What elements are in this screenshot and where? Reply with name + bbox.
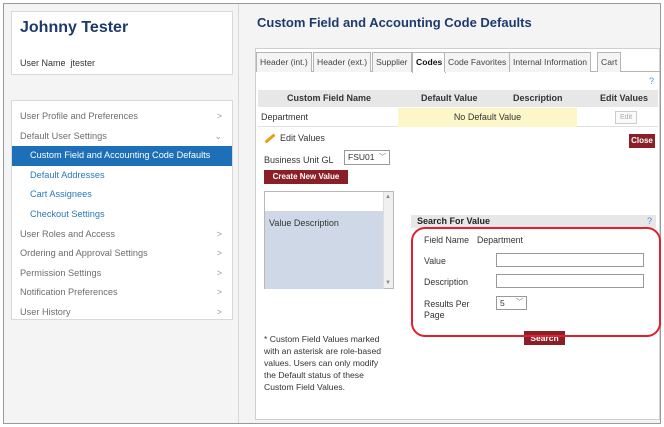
tab-codes[interactable]: Codes bbox=[412, 52, 447, 73]
sidebar-item-user-history[interactable]: User History > bbox=[12, 303, 232, 323]
sidebar-item-label: User History bbox=[20, 306, 71, 317]
tab-header-int[interactable]: Header (int.) bbox=[256, 52, 312, 72]
edit-values-header: Edit Values bbox=[264, 133, 325, 144]
chevron-right-icon: > bbox=[216, 248, 222, 259]
chevron-right-icon: > bbox=[216, 111, 222, 121]
user-display-name: Johnny Tester bbox=[20, 19, 129, 36]
scroll-down-icon[interactable]: ▼ bbox=[385, 280, 391, 286]
sidebar-item-custom-field-defaults[interactable]: Custom Field and Accounting Code Default… bbox=[12, 146, 232, 166]
value-list-scrollbar[interactable]: ▲ ▼ bbox=[383, 192, 393, 288]
value-list-headers: Value Description bbox=[269, 218, 339, 228]
column-header-default: Default Value bbox=[421, 93, 478, 103]
create-new-value-button[interactable]: Create New Value bbox=[264, 170, 348, 184]
edit-values-title: Edit Values bbox=[280, 133, 325, 143]
sidebar-item-checkout-settings[interactable]: Checkout Settings bbox=[12, 205, 232, 225]
sidebar-item-default-addresses[interactable]: Default Addresses bbox=[12, 166, 232, 186]
column-header-edit: Edit Values bbox=[600, 93, 649, 103]
results-per-page-value: 5 bbox=[500, 298, 505, 308]
results-per-page-label: Results Per Page bbox=[424, 299, 470, 320]
sidebar-item-notification-preferences[interactable]: Notification Preferences > bbox=[12, 283, 232, 303]
sidebar-item-user-profile[interactable]: User Profile and Preferences > bbox=[12, 107, 232, 127]
sidebar-item-label: Default Addresses bbox=[30, 169, 105, 180]
value-list[interactable]: Value Description ▲ ▼ bbox=[264, 191, 394, 289]
tab-cart[interactable]: Cart bbox=[597, 52, 622, 72]
business-unit-value: FSU01 bbox=[348, 152, 375, 162]
search-title: Search For Value bbox=[417, 216, 491, 226]
search-button[interactable]: Search bbox=[524, 331, 565, 345]
sidebar-item-label: Ordering and Approval Settings bbox=[20, 248, 148, 259]
user-name-value: jtester bbox=[70, 58, 96, 68]
chevron-down-icon: ⌄ bbox=[214, 130, 222, 141]
chevron-right-icon: > bbox=[216, 287, 222, 298]
sidebar-item-label: Checkout Settings bbox=[30, 208, 105, 219]
description-label: Description bbox=[424, 277, 469, 287]
sidebar-item-permission-settings[interactable]: Permission Settings > bbox=[12, 264, 232, 284]
table-row: Department No Default Value Edit bbox=[258, 108, 658, 127]
tab-supplier[interactable]: Supplier bbox=[372, 52, 412, 72]
chevron-down-icon: ﹀ bbox=[379, 154, 386, 161]
sidebar-item-user-roles[interactable]: User Roles and Access > bbox=[12, 225, 232, 245]
sidebar: Johnny Tester User Name jtester User Pro… bbox=[4, 4, 239, 423]
role-based-note: * Custom Field Values marked with an ast… bbox=[264, 334, 382, 392]
search-for-value-box: Search For Value ? Field Name Department… bbox=[411, 215, 656, 345]
search-header: Search For Value ? bbox=[411, 215, 656, 228]
custom-field-name: Department bbox=[261, 112, 309, 122]
default-value-cell: No Default Value bbox=[398, 108, 577, 127]
sidebar-item-default-user-settings[interactable]: Default User Settings ⌄ bbox=[12, 127, 232, 147]
chevron-right-icon: > bbox=[216, 228, 222, 239]
column-header-name: Custom Field Name bbox=[287, 93, 372, 103]
sidebar-item-label: Custom Field and Accounting Code Default… bbox=[30, 150, 211, 161]
column-header-description: Description bbox=[513, 93, 563, 103]
business-unit-label: Business Unit GL bbox=[264, 155, 334, 165]
user-card: Johnny Tester User Name jtester bbox=[11, 11, 233, 75]
edit-button[interactable]: Edit bbox=[615, 111, 637, 124]
sidebar-item-cart-assignees[interactable]: Cart Assignees bbox=[12, 185, 232, 205]
business-unit-select[interactable]: FSU01 ﹀ bbox=[344, 150, 390, 165]
settings-nav: User Profile and Preferences > Default U… bbox=[11, 100, 233, 320]
scroll-up-icon[interactable]: ▲ bbox=[385, 194, 391, 200]
sidebar-item-label: User Profile and Preferences bbox=[20, 111, 138, 121]
close-button[interactable]: Close bbox=[629, 134, 655, 148]
tab-header-ext[interactable]: Header (ext.) bbox=[313, 52, 372, 72]
sidebar-item-ordering-approval[interactable]: Ordering and Approval Settings > bbox=[12, 244, 232, 264]
main-content: Custom Field and Accounting Code Default… bbox=[240, 4, 660, 423]
sidebar-item-label: Permission Settings bbox=[20, 267, 102, 278]
chevron-right-icon: > bbox=[216, 306, 222, 317]
value-search-input[interactable] bbox=[496, 253, 644, 267]
defaults-panel: Header (int.) Header (ext.) Supplier Cod… bbox=[255, 48, 660, 420]
value-label: Value bbox=[424, 256, 446, 266]
grid-header: Custom Field Name Default Value Descript… bbox=[258, 90, 658, 107]
chevron-right-icon: > bbox=[216, 267, 222, 278]
field-name-value: Department bbox=[477, 235, 523, 245]
sidebar-item-label: User Roles and Access bbox=[20, 228, 115, 239]
tab-code-favorites[interactable]: Code Favorites bbox=[444, 52, 511, 72]
app-window: Johnny Tester User Name jtester User Pro… bbox=[3, 3, 661, 424]
user-name-label: User Name bbox=[20, 58, 66, 68]
page-title: Custom Field and Accounting Code Default… bbox=[257, 15, 532, 30]
help-icon[interactable]: ? bbox=[649, 76, 654, 86]
tab-bar: Header (int.) Header (ext.) Supplier Cod… bbox=[256, 52, 660, 73]
sidebar-item-label: Default User Settings bbox=[20, 130, 107, 141]
chevron-down-icon: ﹀ bbox=[516, 299, 523, 306]
pencil-icon bbox=[264, 133, 276, 144]
sidebar-item-label: Cart Assignees bbox=[30, 189, 92, 200]
results-per-page-select[interactable]: 5 ﹀ bbox=[496, 296, 527, 310]
description-search-input[interactable] bbox=[496, 274, 644, 288]
help-icon[interactable]: ? bbox=[647, 215, 652, 228]
field-name-label: Field Name bbox=[424, 235, 469, 245]
tab-internal-information[interactable]: Internal Information bbox=[509, 52, 592, 72]
user-name-line: User Name jtester bbox=[20, 58, 95, 68]
sidebar-item-label: Notification Preferences bbox=[20, 287, 118, 298]
